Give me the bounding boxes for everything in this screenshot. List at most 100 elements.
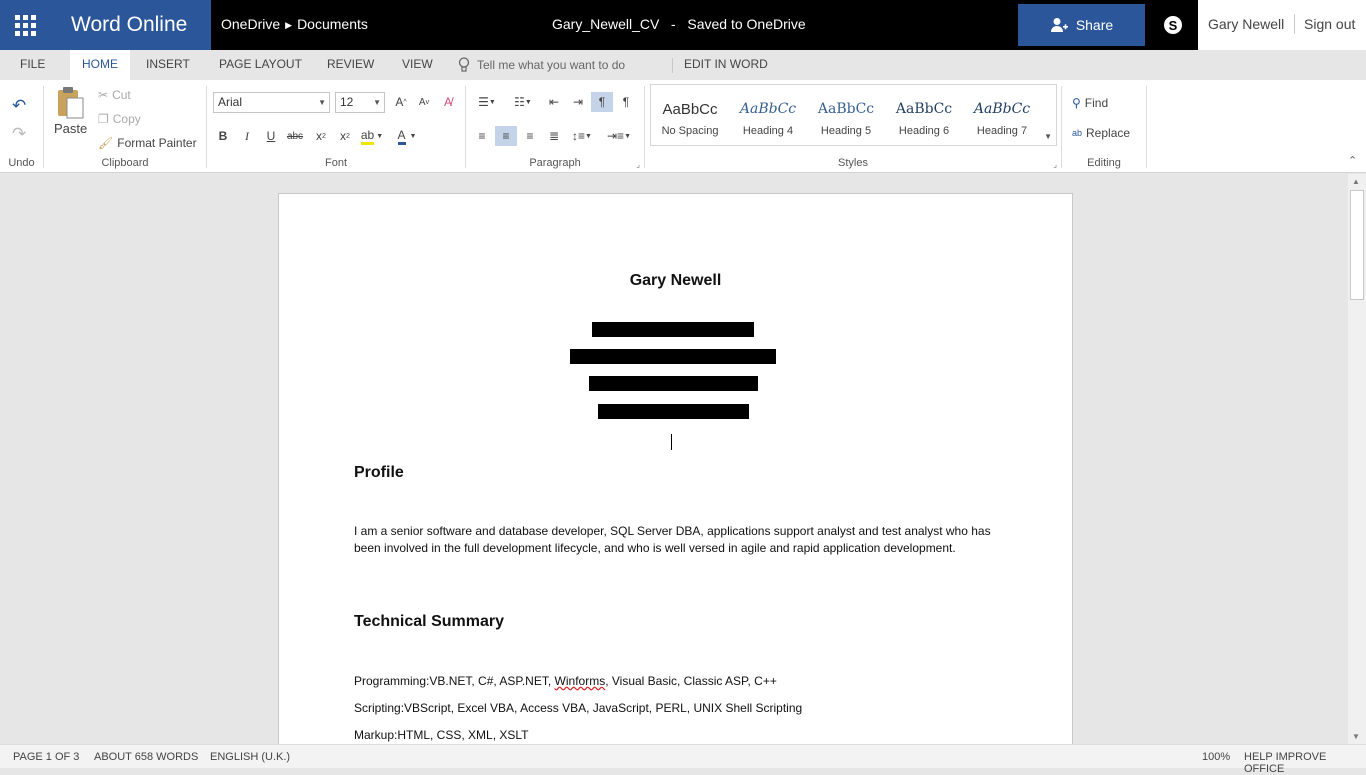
underline-icon[interactable]: U — [260, 126, 282, 146]
tab-view[interactable]: VIEW — [390, 50, 445, 80]
brush-icon: 🖌 — [98, 136, 114, 150]
breadcrumb-documents[interactable]: Documents — [297, 16, 368, 32]
styles-more-icon[interactable]: ▼ — [1044, 132, 1052, 141]
collapse-ribbon-icon[interactable]: ⌃ — [1348, 154, 1357, 167]
style-heading-6[interactable]: AaBbCc Heading 6 — [885, 85, 963, 145]
group-label: Editing — [1087, 157, 1121, 169]
align-left-icon[interactable]: ≡ — [471, 126, 493, 146]
scroll-down-icon[interactable]: ▼ — [1352, 732, 1360, 741]
document-title[interactable]: Gary_Newell_CV - Saved to OneDrive — [552, 16, 806, 32]
divider — [1146, 86, 1147, 168]
doc-name-heading: Gary Newell — [629, 272, 722, 289]
tell-me-box[interactable]: Tell me what you want to do — [458, 57, 625, 73]
copy-button[interactable]: ❐ Copy — [98, 112, 141, 126]
user-name[interactable]: Gary Newell — [1208, 16, 1284, 32]
app-name[interactable]: Word Online — [50, 0, 211, 50]
style-heading-7[interactable]: AaBbCc Heading 7 — [963, 85, 1041, 145]
paste-button[interactable]: Paste — [54, 86, 88, 136]
font-name-value: Arial — [218, 95, 243, 109]
paste-label: Paste — [54, 121, 88, 136]
style-heading-4[interactable]: AaBbCc Heading 4 — [729, 85, 807, 145]
font-name-select[interactable]: Arial ▼ — [213, 92, 330, 113]
align-center-icon[interactable]: ≡ — [495, 126, 517, 146]
numbering-icon[interactable]: ☷ ▼ — [508, 92, 538, 112]
subscript-icon[interactable]: x2 — [310, 126, 332, 146]
ribbon: ↶ ↷ Undo Paste ✂ Cut ❐ Copy 🖌 Format Painte… — [0, 80, 1366, 173]
style-no-spacing[interactable]: AaBbCc No Spacing — [651, 85, 729, 145]
style-name: Heading 6 — [898, 125, 950, 137]
redo-icon[interactable]: ↷ — [12, 124, 26, 144]
decrease-indent-icon[interactable]: ⇤ — [543, 92, 565, 112]
status-bar: PAGE 1 OF 3 ABOUT 658 WORDS ENGLISH (U.K… — [0, 744, 1366, 775]
format-painter-button[interactable]: 🖌 Format Painter — [98, 136, 197, 150]
replace-button[interactable]: ab Replace — [1072, 126, 1130, 140]
app-launcher-icon[interactable] — [0, 0, 50, 50]
copy-icon: ❐ — [98, 112, 109, 126]
ltr-icon[interactable]: ¶ — [591, 92, 613, 112]
align-right-icon[interactable]: ≡ — [519, 126, 541, 146]
justify-icon[interactable]: ≣ — [543, 126, 565, 146]
edit-in-word-button[interactable]: EDIT IN WORD — [672, 50, 780, 80]
document-canvas: Gary Newell Profile I am a senior softwa… — [0, 174, 1348, 744]
spelling-flagged-word: Winforms — [554, 674, 606, 688]
font-color-icon[interactable]: A ▼ — [393, 126, 421, 146]
tab-insert[interactable]: INSERT — [134, 50, 202, 80]
shrink-font-icon[interactable]: Av — [413, 92, 435, 112]
scroll-thumb[interactable] — [1350, 190, 1364, 300]
rtl-icon[interactable]: ¶ — [615, 92, 637, 112]
dialog-launcher-icon[interactable]: ⌟ — [1053, 160, 1057, 169]
font-size-value: 12 — [340, 95, 354, 109]
cut-button[interactable]: ✂ Cut — [98, 88, 131, 102]
language-indicator[interactable]: ENGLISH (U.K.) — [210, 751, 290, 763]
redacted-block — [598, 404, 749, 419]
zoom-level[interactable]: 100% — [1202, 751, 1230, 763]
programming-text-b: , Visual Basic, Classic ASP, C++ — [605, 674, 777, 688]
clear-formatting-icon[interactable]: A̸ — [437, 92, 459, 112]
profile-paragraph: I am a senior software and database deve… — [354, 524, 991, 555]
programming-text-a: VB.NET, C#, ASP.NET, — [429, 674, 555, 688]
style-heading-5[interactable]: AaBbCc Heading 5 — [807, 85, 885, 145]
redacted-block — [589, 376, 758, 391]
superscript-icon[interactable]: x2 — [334, 126, 356, 146]
tab-file[interactable]: FILE — [8, 50, 57, 80]
add-person-icon — [1050, 18, 1068, 32]
line-spacing-icon[interactable]: ↕≡ ▼ — [567, 126, 597, 146]
tab-review[interactable]: REVIEW — [315, 50, 386, 80]
tab-page-layout[interactable]: PAGE LAYOUT — [207, 50, 314, 80]
editing-group: ⚲ Find ab Replace Editing — [1062, 84, 1146, 173]
redacted-block — [570, 349, 776, 364]
grow-font-icon[interactable]: A ^ — [390, 92, 412, 112]
bold-icon[interactable]: B — [212, 126, 234, 146]
find-label: Find — [1084, 96, 1109, 110]
scroll-up-icon[interactable]: ▲ — [1352, 177, 1360, 186]
font-size-select[interactable]: 12 ▼ — [335, 92, 385, 113]
bullets-icon[interactable]: ☰ ▼ — [472, 92, 502, 112]
skype-icon: S — [1164, 16, 1182, 34]
divider — [1294, 14, 1295, 34]
paragraph-spacing-icon[interactable]: ⇥≡ ▼ — [604, 126, 634, 146]
dialog-launcher-icon[interactable]: ⌟ — [636, 160, 640, 169]
strikethrough-icon[interactable]: abc — [284, 126, 306, 146]
scissors-icon: ✂ — [98, 88, 109, 102]
skype-button[interactable]: S — [1150, 0, 1196, 50]
replace-label: Replace — [1086, 126, 1131, 140]
technical-summary-heading: Technical Summary — [354, 613, 504, 630]
highlight-icon[interactable]: ab ▼ — [358, 126, 386, 146]
find-button[interactable]: ⚲ Find — [1072, 96, 1108, 110]
share-button[interactable]: Share — [1018, 4, 1145, 46]
style-preview: AaBbCc — [895, 101, 953, 117]
increase-indent-icon[interactable]: ⇥ — [567, 92, 589, 112]
help-improve-link[interactable]: HELP IMPROVE OFFICE — [1244, 751, 1366, 775]
copy-label: Copy — [112, 112, 141, 126]
undo-icon[interactable]: ↶ — [12, 96, 26, 116]
breadcrumb-onedrive[interactable]: OneDrive — [221, 16, 280, 32]
document-page[interactable]: Gary Newell Profile I am a senior softwa… — [278, 193, 1073, 744]
italic-icon[interactable]: I — [236, 126, 258, 146]
style-preview: AaBbCc — [973, 101, 1031, 117]
sign-out-link[interactable]: Sign out — [1304, 16, 1355, 32]
chevron-right-icon: ▶ — [285, 20, 293, 30]
tab-home[interactable]: HOME — [70, 50, 130, 81]
vertical-scrollbar[interactable]: ▲ ▼ — [1348, 174, 1366, 744]
profile-heading: Profile — [354, 464, 404, 481]
search-icon: ⚲ — [1072, 96, 1081, 110]
